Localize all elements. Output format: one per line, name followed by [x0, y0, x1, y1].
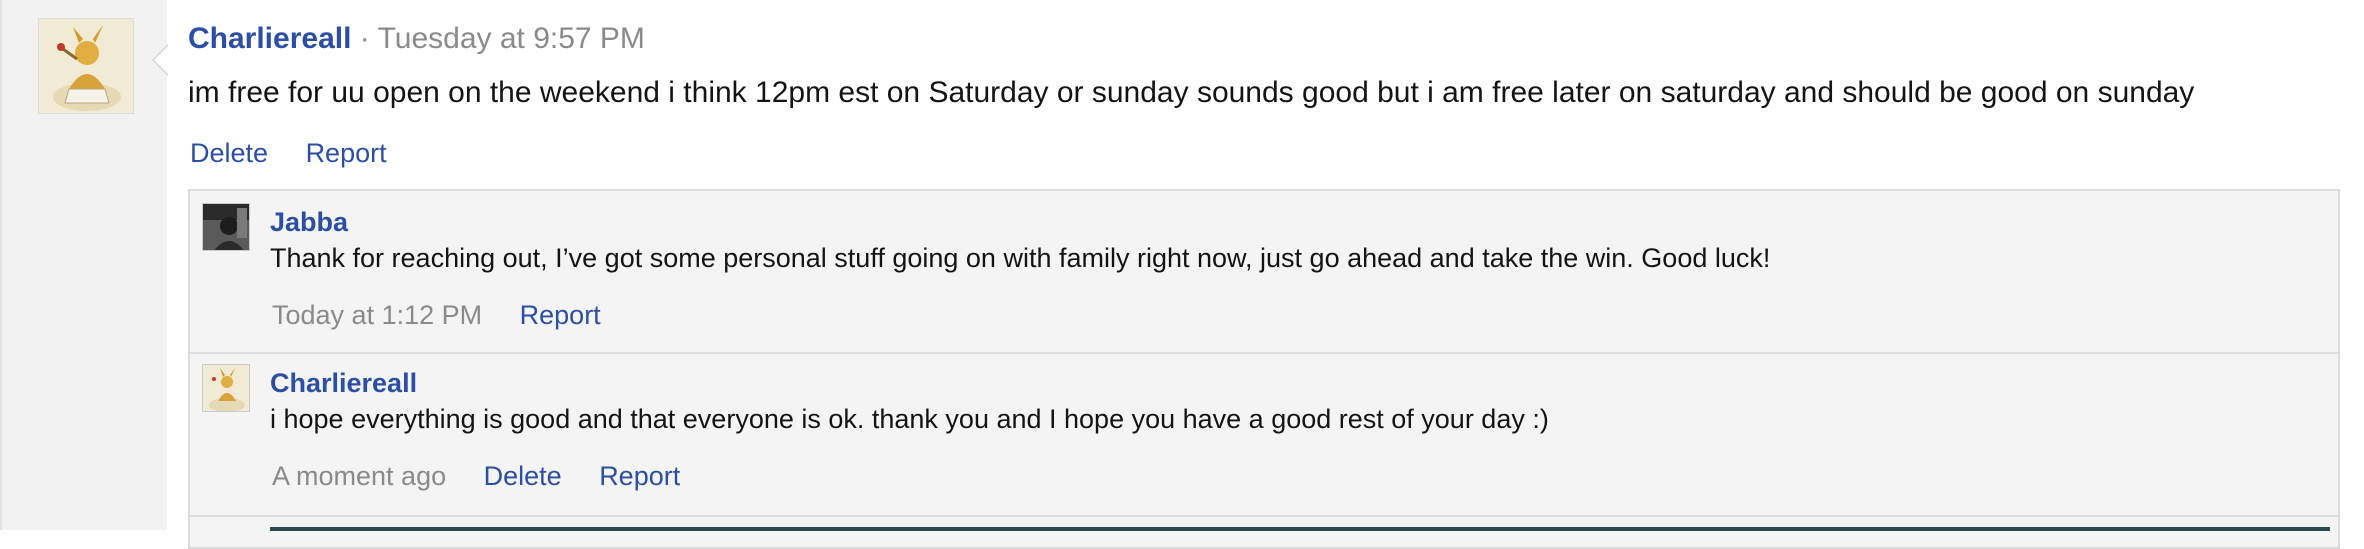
- post-message: im free for uu open on the weekend i thi…: [188, 76, 2195, 109]
- avatar-illustration-icon: [39, 19, 133, 113]
- avatar-photo-icon: [203, 204, 249, 250]
- reply-meta: A moment ago Delete Report: [272, 459, 710, 493]
- reply-author-link[interactable]: Charliereall: [270, 366, 417, 400]
- avatar[interactable]: [202, 203, 250, 251]
- post-actions: Delete Report: [190, 136, 417, 170]
- report-reply-link[interactable]: Report: [520, 300, 601, 330]
- reply-timestamp[interactable]: Today at 1:12 PM: [272, 300, 482, 330]
- next-reply-editor-edge: [270, 527, 2330, 531]
- post-author-link[interactable]: Charliereall: [188, 22, 351, 55]
- reply-divider: [190, 515, 2338, 517]
- report-post-link[interactable]: Report: [306, 138, 387, 168]
- avatar-illustration-icon: [203, 365, 249, 411]
- post-timestamp[interactable]: Tuesday at 9:57 PM: [378, 22, 645, 55]
- post-header: Charliereall · Tuesday at 9:57 PM: [188, 20, 645, 58]
- reply-author-link[interactable]: Jabba: [270, 205, 348, 239]
- delete-reply-link[interactable]: Delete: [484, 461, 562, 491]
- avatar[interactable]: [202, 364, 250, 412]
- delete-post-link[interactable]: Delete: [190, 138, 268, 168]
- report-reply-link[interactable]: Report: [599, 461, 680, 491]
- reply-divider: [190, 352, 2338, 354]
- separator-dot: ·: [359, 22, 370, 55]
- reply-message: i hope everything is good and that every…: [270, 404, 1549, 434]
- replies-panel: Jabba Thank for reaching out, I’ve got s…: [188, 189, 2340, 549]
- post-pointer: [152, 44, 169, 76]
- avatar[interactable]: [38, 18, 134, 114]
- reply-message: Thank for reaching out, I’ve got some pe…: [270, 243, 1771, 273]
- reply-meta: Today at 1:12 PM Report: [272, 298, 631, 332]
- reply-timestamp[interactable]: A moment ago: [272, 461, 446, 491]
